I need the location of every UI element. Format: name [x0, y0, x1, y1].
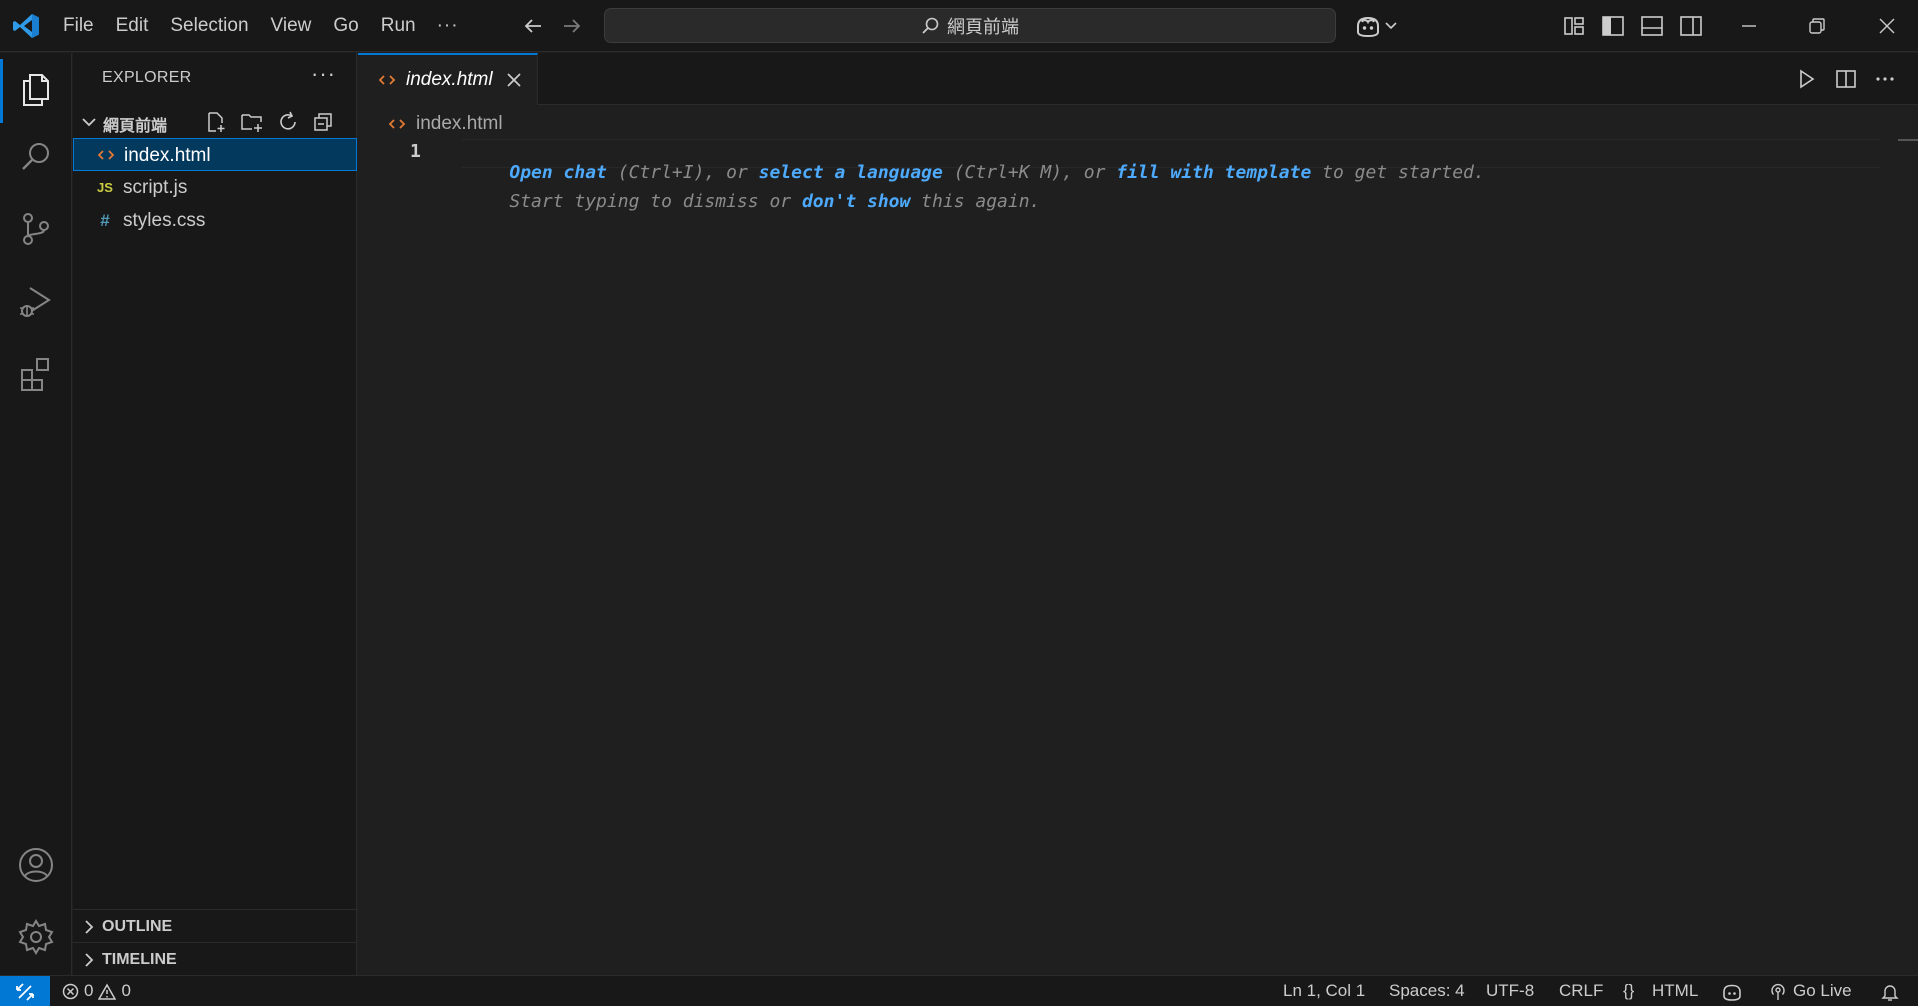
chevron-right-icon [85, 920, 94, 934]
close-icon[interactable] [506, 72, 522, 88]
toggle-secondary-sidebar-icon[interactable] [1678, 13, 1704, 39]
javascript-file-icon: JS [97, 180, 113, 195]
language-mode[interactable]: HTML [1652, 981, 1698, 1001]
html-file-icon [96, 146, 116, 166]
file-item-script-js[interactable]: JS script.js [73, 171, 357, 204]
hint-text: to get started. [1311, 162, 1485, 183]
warning-count: 0 [121, 981, 131, 1000]
extensions-icon[interactable] [16, 353, 56, 393]
new-file-icon[interactable] [204, 110, 228, 134]
copilot-status-icon[interactable] [1721, 982, 1743, 1002]
notifications-bell-icon[interactable] [1880, 982, 1900, 1002]
file-name: styles.css [123, 210, 206, 231]
tab-index-html[interactable]: index.html [358, 53, 538, 105]
warning-icon [98, 982, 117, 1000]
html-file-icon [388, 119, 406, 129]
editor-area[interactable]: index.html 1 Open chat (Ctrl+I), or sele… [358, 105, 1918, 975]
new-folder-icon[interactable] [240, 110, 264, 134]
line-number: 1 [410, 141, 421, 162]
toggle-panel-icon[interactable] [1639, 13, 1665, 39]
explorer-sidebar: EXPLORER ··· 網頁前端 index.html JS script.j… [73, 53, 357, 975]
title-bar: File Edit Selection View Go Run ··· 網頁前端 [0, 0, 1918, 52]
empty-editor-hint-line-2: Start typing to dismiss or don't show th… [466, 170, 1040, 233]
outline-label: OUTLINE [102, 918, 173, 935]
cursor-position[interactable]: Ln 1, Col 1 [1283, 981, 1365, 1001]
error-icon [62, 983, 79, 999]
customize-layout-icon[interactable] [1561, 13, 1587, 39]
activity-bar [0, 53, 72, 975]
tab-label: index.html [406, 69, 493, 90]
more-actions-icon[interactable] [1873, 67, 1897, 91]
go-live-button[interactable]: Go Live [1793, 981, 1852, 1001]
command-center-search[interactable]: 網頁前端 [604, 8, 1336, 43]
toggle-primary-sidebar-icon[interactable] [1600, 13, 1626, 39]
dont-show-link[interactable]: don't show [802, 191, 910, 212]
css-file-icon: # [100, 211, 110, 230]
fill-with-template-link[interactable]: fill with template [1116, 162, 1311, 183]
indentation-setting[interactable]: Spaces: 4 [1389, 981, 1465, 1001]
accounts-icon[interactable] [16, 845, 56, 885]
hint-text: Start typing to dismiss or [509, 191, 802, 212]
search-icon[interactable] [16, 137, 56, 177]
menu-run[interactable]: Run [370, 9, 427, 43]
file-name: script.js [123, 177, 188, 198]
close-window-icon[interactable] [1874, 13, 1900, 39]
editor-tab-bar: index.html [358, 53, 1918, 105]
timeline-label: TIMELINE [102, 951, 177, 968]
menu-edit[interactable]: Edit [105, 9, 160, 43]
explorer-icon[interactable] [16, 69, 56, 109]
menu-bar: File Edit Selection View Go Run ··· [52, 0, 469, 52]
back-arrow-icon[interactable] [521, 14, 545, 38]
split-editor-icon[interactable] [1834, 67, 1858, 91]
workspace-folder-header[interactable]: 網頁前端 [73, 107, 357, 137]
hint-text: this again. [910, 191, 1041, 212]
breadcrumb: index.html [388, 111, 503, 137]
collapse-all-icon[interactable] [311, 110, 335, 134]
active-indicator [0, 59, 3, 123]
menu-view[interactable]: View [260, 9, 323, 43]
settings-gear-icon[interactable] [16, 917, 56, 957]
chevron-right-icon [85, 953, 94, 967]
file-item-index-html[interactable]: index.html [73, 138, 357, 171]
file-name: index.html [124, 145, 211, 166]
broadcast-icon [1771, 983, 1785, 1000]
file-item-styles-css[interactable]: # styles.css [73, 204, 357, 237]
minimize-icon[interactable] [1736, 13, 1762, 39]
html-file-icon [378, 75, 396, 85]
remote-icon [16, 983, 34, 1001]
encoding-setting[interactable]: UTF-8 [1486, 981, 1534, 1001]
overview-ruler-marker [1898, 139, 1918, 141]
timeline-section-header[interactable]: TIMELINE [73, 942, 357, 975]
status-bar: 0 0 Ln 1, Col 1 Spaces: 4 UTF-8 CRLF {} … [0, 975, 1918, 1006]
remote-indicator[interactable] [0, 976, 50, 1006]
copilot-icon[interactable] [1354, 13, 1382, 39]
chevron-down-icon [82, 118, 96, 127]
search-icon [922, 17, 939, 34]
menu-selection[interactable]: Selection [159, 9, 259, 43]
menu-file[interactable]: File [52, 9, 105, 43]
run-and-debug-icon[interactable] [16, 281, 56, 321]
restore-icon[interactable] [1804, 13, 1830, 39]
language-mode-icon: {} [1623, 981, 1635, 1000]
forward-arrow-icon[interactable] [560, 14, 584, 38]
outline-section-header[interactable]: OUTLINE [73, 909, 357, 942]
run-play-icon[interactable] [1794, 67, 1818, 91]
problems-indicator[interactable]: 0 0 [62, 981, 131, 1001]
vscode-logo-icon [13, 14, 39, 38]
command-center-label: 網頁前端 [947, 16, 1019, 38]
breadcrumb-item[interactable]: index.html [416, 113, 503, 135]
error-count: 0 [84, 981, 94, 1000]
refresh-icon[interactable] [276, 110, 300, 134]
chevron-down-icon[interactable] [1384, 13, 1398, 39]
workspace-folder-name: 網頁前端 [103, 116, 168, 135]
menu-go[interactable]: Go [322, 9, 369, 43]
eol-setting[interactable]: CRLF [1559, 981, 1603, 1001]
explorer-title: EXPLORER [102, 69, 192, 86]
menu-more-button[interactable]: ··· [427, 15, 469, 37]
explorer-more-actions[interactable]: ··· [311, 61, 336, 87]
source-control-icon[interactable] [16, 209, 56, 249]
